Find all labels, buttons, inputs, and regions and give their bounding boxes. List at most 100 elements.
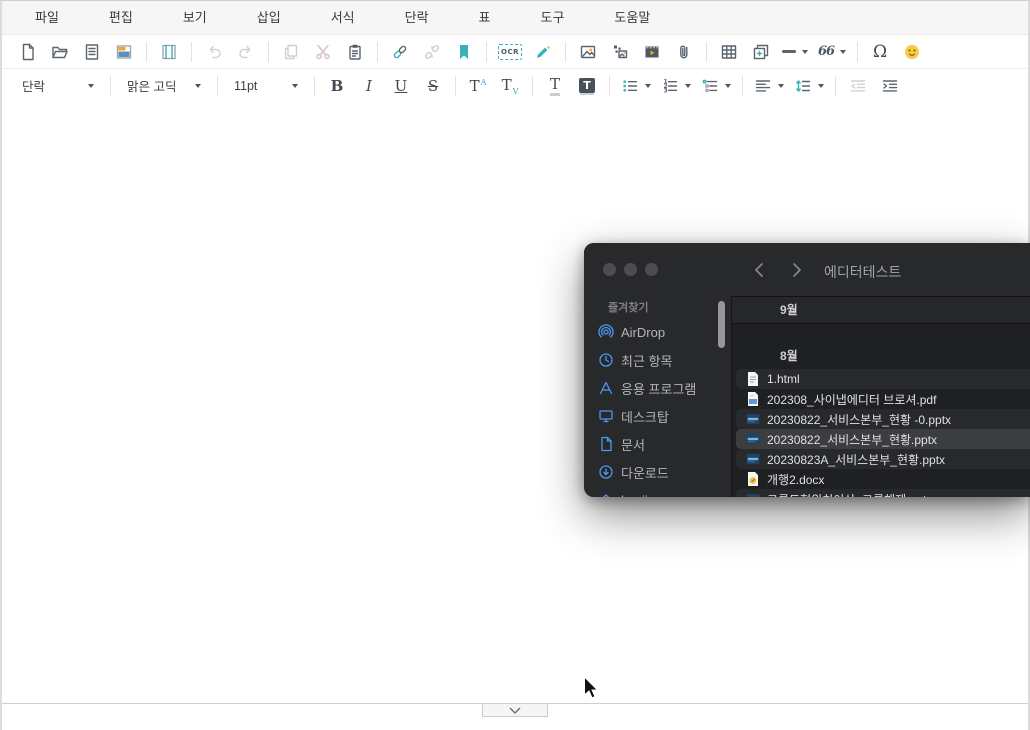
strikethrough-button[interactable]: S: [420, 73, 446, 99]
numbered-list-button[interactable]: 123: [659, 73, 693, 99]
sidebar-item-label: 문서: [621, 435, 645, 454]
frame-icon: [160, 43, 178, 61]
back-button[interactable]: [750, 260, 770, 283]
font-family-select[interactable]: 맑은 고딕: [120, 73, 208, 99]
bookmark-button[interactable]: [451, 39, 477, 65]
cut-button[interactable]: [310, 39, 336, 65]
bottom-strip: [2, 703, 1028, 730]
new-document-button[interactable]: [15, 39, 41, 65]
emoji-button[interactable]: [899, 39, 925, 65]
font-color-button[interactable]: T: [542, 73, 568, 99]
toolbar-separator: [314, 76, 315, 96]
paragraph-style-select[interactable]: 단락: [15, 73, 101, 99]
horizontal-line-button[interactable]: [780, 39, 810, 65]
open-folder-icon: [51, 43, 69, 61]
highlight-color-button[interactable]: T: [574, 73, 600, 99]
menu-item-insert[interactable]: 삽입: [244, 1, 294, 34]
file-name: 그룹도형위치이상_그룹해제.pptx: [767, 491, 932, 498]
menu-item-format[interactable]: 서식: [318, 1, 368, 34]
sidebar-item-downloads[interactable]: 다운로드: [598, 461, 669, 483]
import-document-button[interactable]: [79, 39, 105, 65]
sidebar-item-label: 응용 프로그램: [621, 379, 696, 398]
menu-item-edit[interactable]: 편집: [96, 1, 146, 34]
dropdown-caret-icon: [778, 84, 784, 88]
page-layout-button[interactable]: [111, 39, 137, 65]
blockquote-button[interactable]: 66: [816, 39, 848, 65]
image-effect-button[interactable]: [607, 39, 633, 65]
special-character-button[interactable]: Ω: [867, 39, 893, 65]
table-button[interactable]: [716, 39, 742, 65]
dropdown-caret-icon: [725, 84, 731, 88]
embed-button[interactable]: [748, 39, 774, 65]
menu-item-view[interactable]: 보기: [170, 1, 220, 34]
file-row[interactable]: 20230822_서비스본부_현황.pptx: [736, 429, 1030, 449]
font-size-select[interactable]: 11pt: [227, 73, 305, 99]
file-row[interactable]: 개행2.docx: [736, 469, 1030, 489]
finder-titlebar: 에디터테스트: [584, 243, 1030, 296]
sidebar-scrollbar[interactable]: [718, 301, 725, 348]
outdent-button[interactable]: [845, 73, 871, 99]
file-row[interactable]: 202308_사이냅에디터 브로셔.pdf: [736, 389, 1030, 409]
menu-item-file[interactable]: 파일: [22, 1, 72, 34]
group-label: 9월: [732, 297, 1030, 323]
sidebar-item-home[interactable]: hyujin: [598, 489, 655, 497]
open-document-button[interactable]: [47, 39, 73, 65]
file-row[interactable]: 1.html: [736, 369, 1030, 389]
unlink-button[interactable]: [419, 39, 445, 65]
minimize-window-button[interactable]: [624, 263, 637, 276]
toolbar-separator: [532, 76, 533, 96]
multilevel-list-button[interactable]: [699, 73, 733, 99]
paragraph-style-select-value: 단락: [22, 76, 45, 95]
bullet-list-button[interactable]: [619, 73, 653, 99]
sidebar-item-airdrop[interactable]: AirDrop: [598, 321, 665, 343]
dropdown-caret-icon: [840, 50, 846, 54]
cut-icon: [314, 43, 332, 61]
sidebar-item-desktop[interactable]: 데스크탑: [598, 405, 669, 427]
align-button[interactable]: [752, 73, 786, 99]
collapse-toolbar-button[interactable]: [482, 704, 548, 717]
attachment-button[interactable]: [671, 39, 697, 65]
copy-button[interactable]: [278, 39, 304, 65]
undo-button[interactable]: [201, 39, 227, 65]
layout-color-icon: [115, 43, 133, 61]
underline-button[interactable]: U: [388, 73, 414, 99]
indent-button[interactable]: [877, 73, 903, 99]
zoom-window-button[interactable]: [645, 263, 658, 276]
image-icon: [579, 43, 597, 61]
link-button[interactable]: [387, 39, 413, 65]
align-icon: [754, 77, 772, 95]
italic-button[interactable]: I: [356, 73, 382, 99]
superscript-button[interactable]: TA: [465, 73, 491, 99]
new-document-icon: [19, 43, 37, 61]
menu-item-help[interactable]: 도움말: [601, 1, 663, 34]
editing-area-button[interactable]: [156, 39, 182, 65]
paste-button[interactable]: [342, 39, 368, 65]
sidebar-item-recents[interactable]: 최근 항목: [598, 349, 672, 371]
menu-item-table[interactable]: 표: [466, 1, 504, 34]
outdent-icon: [849, 77, 867, 95]
forward-button[interactable]: [786, 260, 806, 283]
sidebar-item-documents[interactable]: 문서: [598, 433, 645, 455]
pptx-file-icon: [746, 451, 760, 467]
file-row[interactable]: 20230822_서비스본부_현황 -0.pptx: [736, 409, 1030, 429]
file-row[interactable]: 20230823A_서비스본부_현황.pptx: [736, 449, 1030, 469]
menu-item-paragraph[interactable]: 단락: [392, 1, 442, 34]
sidebar-item-applications[interactable]: 응용 프로그램: [598, 377, 696, 399]
video-button[interactable]: [639, 39, 665, 65]
ocr-button[interactable]: OCR: [496, 39, 524, 65]
image-button[interactable]: [575, 39, 601, 65]
download-icon: [598, 464, 614, 480]
close-window-button[interactable]: [603, 263, 616, 276]
document-icon: [598, 436, 614, 452]
toolbar-separator: [110, 76, 111, 96]
font-family-select-value: 맑은 고딕: [127, 76, 176, 95]
toolbar-separator: [268, 42, 269, 62]
subscript-button[interactable]: TV: [497, 73, 523, 99]
toolbar-separator: [146, 42, 147, 62]
redo-button[interactable]: [233, 39, 259, 65]
file-row[interactable]: 그룹도형위치이상_그룹해제.pptx: [736, 489, 1030, 497]
menu-item-tools[interactable]: 도구: [528, 1, 578, 34]
bold-button[interactable]: B: [324, 73, 350, 99]
ai-edit-button[interactable]: [530, 39, 556, 65]
line-spacing-button[interactable]: [792, 73, 826, 99]
